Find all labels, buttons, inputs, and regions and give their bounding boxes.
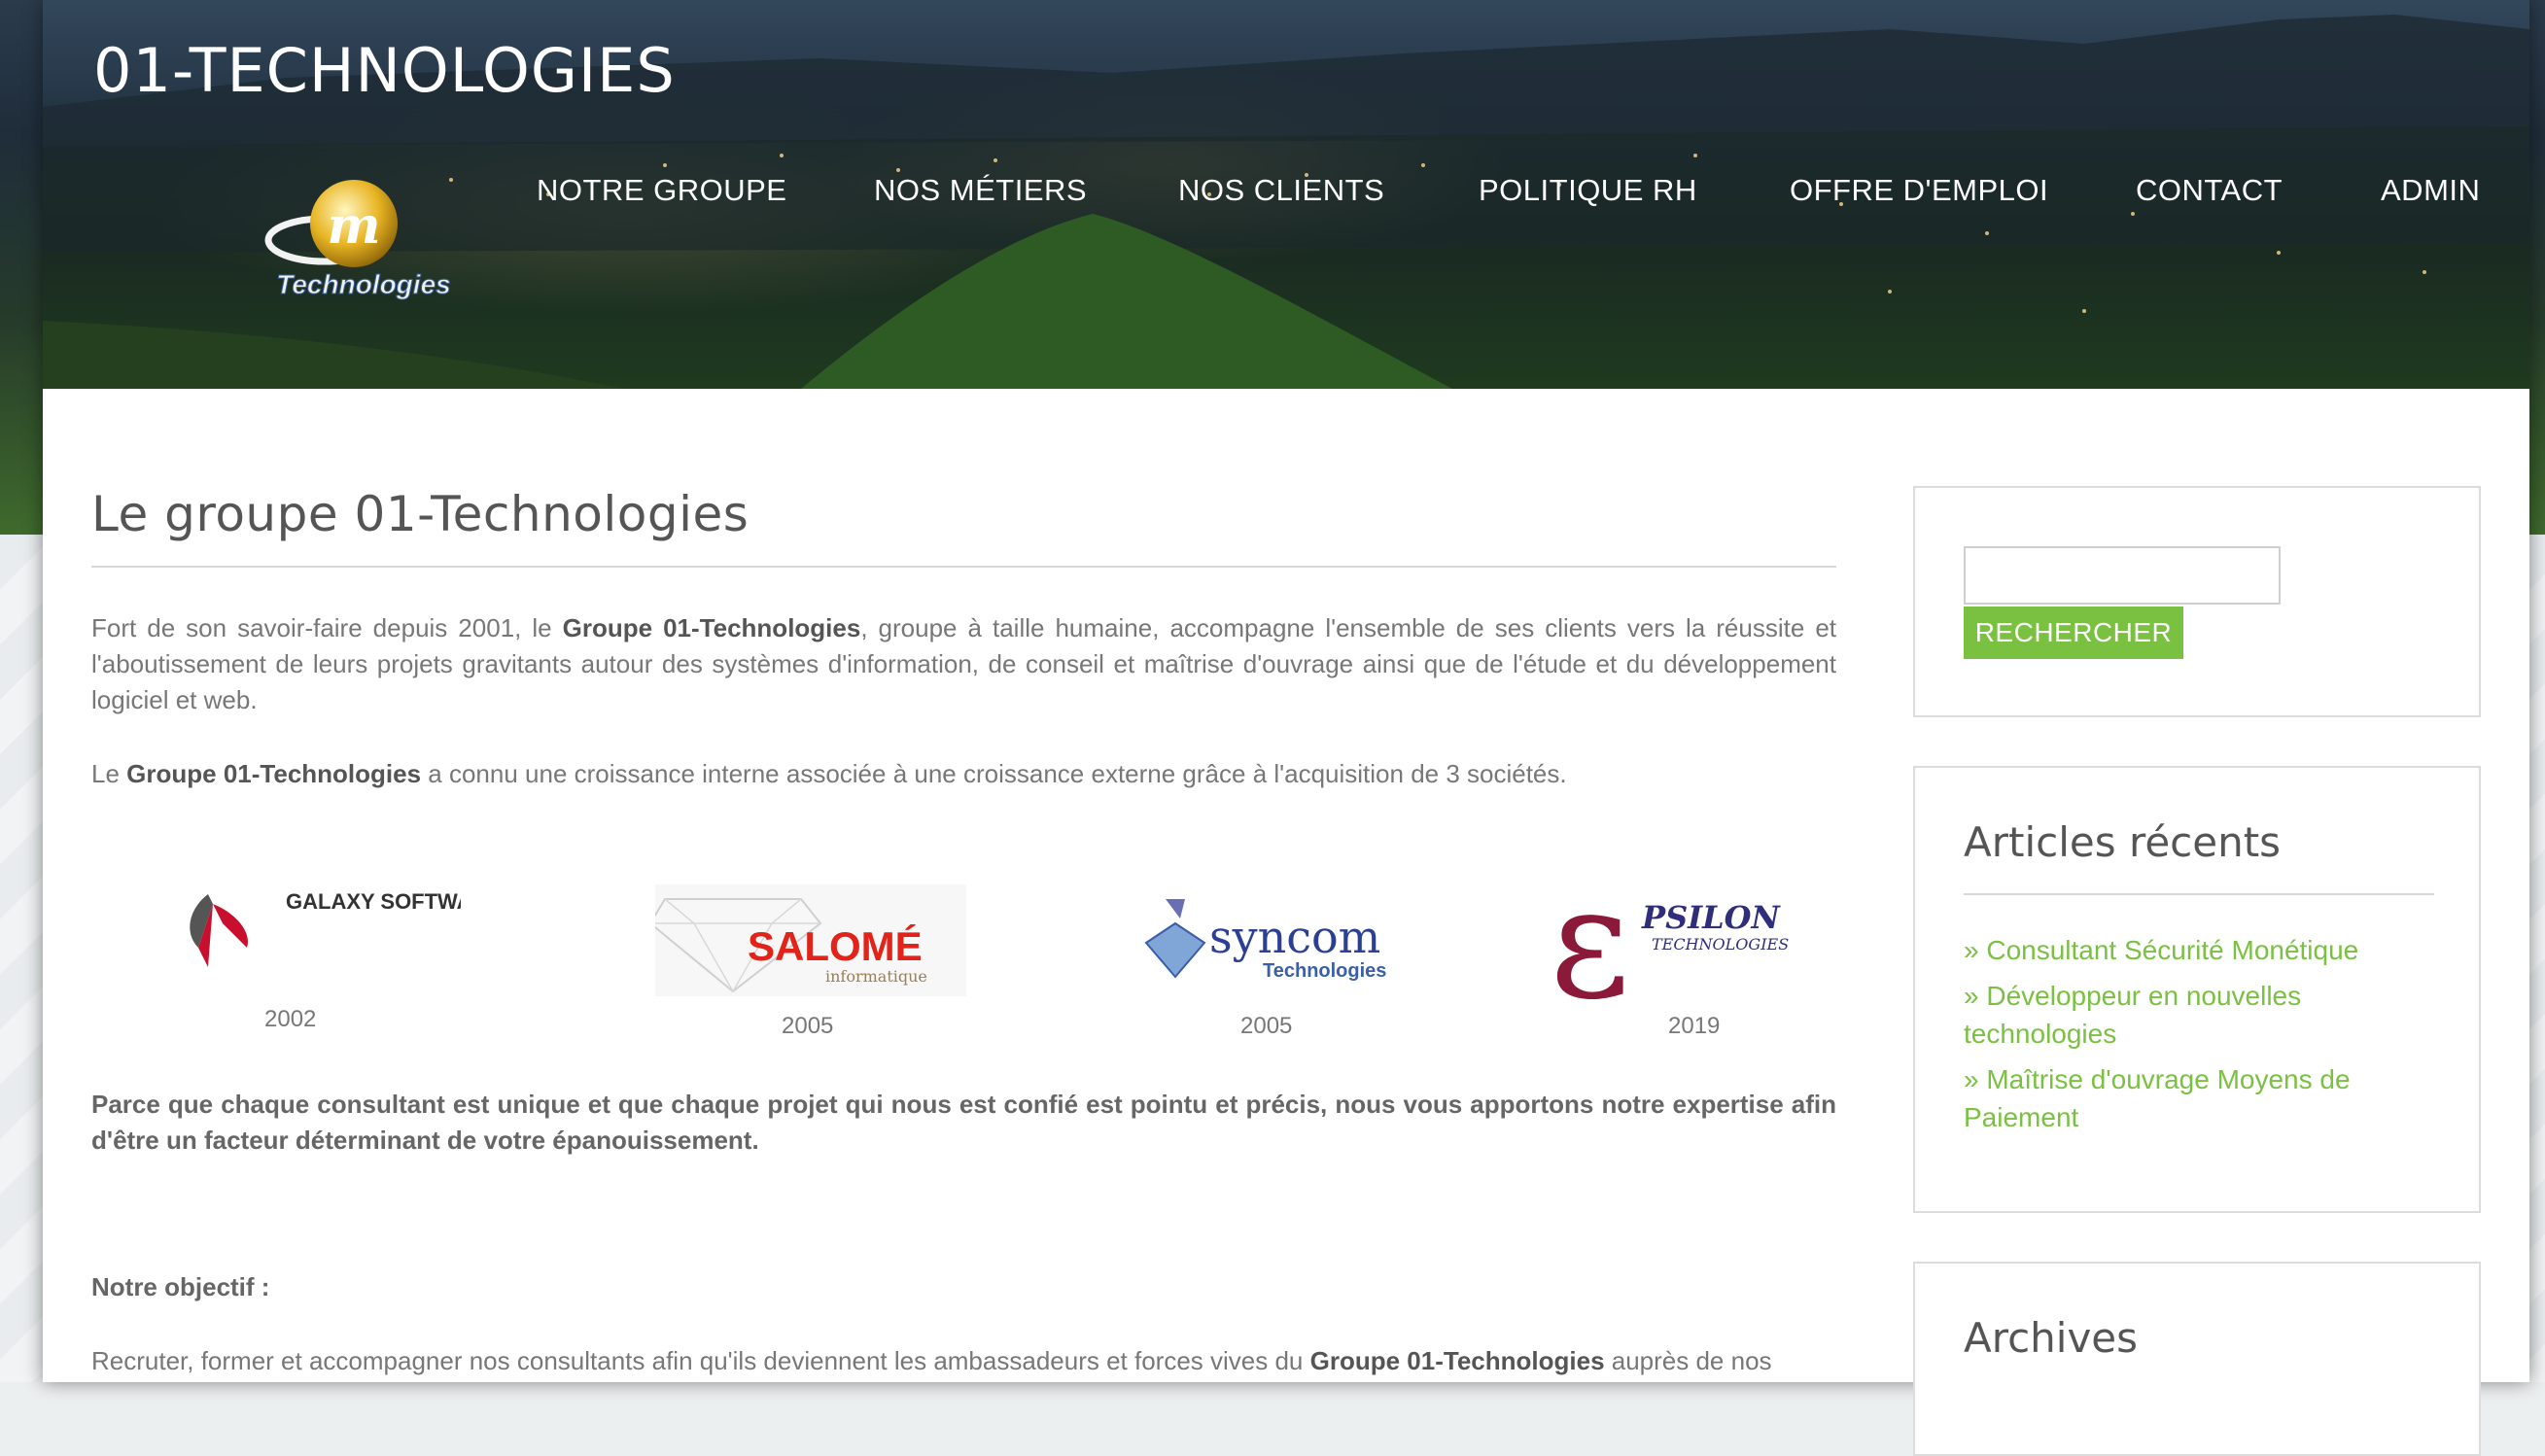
nav-item-offre-emploi[interactable]: OFFRE D'EMPLOI [1790, 173, 2048, 208]
galaxy-logo: GALAXY SOFTWARE [190, 889, 502, 967]
recent-articles-title: Articles récents [1964, 818, 2434, 895]
recent-articles-list: » Consultant Sécurité Monétique » Dévelo… [1964, 931, 2434, 1144]
page-container: 01-TECHNOLOGIES m Technologies NOTRE GRO… [43, 0, 2529, 1456]
syncom-logo: syncom Technologies [1144, 899, 1386, 982]
site-header: 01-TECHNOLOGIES m Technologies NOTRE GRO… [43, 0, 2529, 389]
svg-text:syncom: syncom [1209, 911, 1380, 963]
company-syncom: syncom Technologies 2005 [1132, 894, 1413, 1059]
svg-text:informatique: informatique [825, 967, 927, 986]
nav-item-notre-groupe[interactable]: NOTRE GROUPE [537, 173, 786, 208]
epsilon-logo: ε PSILON TECHNOLOGIES [1550, 851, 1789, 1033]
objective-heading: Notre objectif : [91, 1272, 270, 1301]
nav-item-nos-clients[interactable]: NOS CLIENTS [1178, 173, 1384, 208]
nav-item-admin[interactable]: ADMIN [2381, 173, 2480, 208]
recent-article-link[interactable]: » Consultant Sécurité Monétique [1964, 935, 2358, 965]
svg-text:Technologies: Technologies [1263, 960, 1386, 982]
recent-article-link[interactable]: » Maîtrise d'ouvrage Moyens de Paiement [1964, 1064, 2351, 1132]
nav-item-contact[interactable]: CONTACT [2136, 173, 2283, 208]
nav-item-nos-metiers[interactable]: NOS MÉTIERS [874, 173, 1087, 208]
site-title[interactable]: 01-TECHNOLOGIES [93, 35, 676, 106]
acquisitions-logos: GALAXY SOFTWARE 2002 SALOMÉ informatique… [91, 846, 1836, 1040]
svg-text:ε: ε [1550, 860, 1630, 1006]
salome-logo: SALOMÉ informatique [648, 884, 966, 996]
company-year: 2005 [1240, 1013, 1293, 1039]
objective-text: Recruter, former et accompagner nos cons… [91, 1346, 1310, 1375]
svg-text:GALAXY SOFTWARE: GALAXY SOFTWARE [286, 889, 461, 914]
archives-title: Archives [1964, 1314, 2139, 1362]
company-galaxy-software: GALAXY SOFTWARE 2002 [169, 865, 502, 1032]
objective-text-rest: auprès de nos [1604, 1346, 1772, 1375]
nav-item-politique-rh[interactable]: POLITIQUE RH [1479, 173, 1697, 208]
intro-text: Fort de son savoir-faire depuis 2001, le [91, 613, 563, 642]
company-year: 2005 [782, 1013, 834, 1039]
company-salome: SALOMÉ informatique 2005 [648, 884, 966, 1050]
objective-paragraph: Recruter, former et accompagner nos cons… [91, 1343, 1836, 1379]
intro-paragraph: Fort de son savoir-faire depuis 2001, le… [91, 610, 1836, 718]
search-input[interactable] [1964, 546, 2281, 605]
search-widget: RECHERCHER [1913, 486, 2481, 717]
list-item: » Consultant Sécurité Monétique [1964, 931, 2434, 969]
growth-paragraph: Le Groupe 01-Technologies a connu une cr… [91, 756, 1836, 792]
search-button[interactable]: RECHERCHER [1964, 607, 2183, 659]
archives-widget: Archives [1913, 1262, 2481, 1456]
intro-bold: Groupe 01-Technologies [562, 613, 861, 642]
list-item: » Développeur en nouvelles technologies [1964, 977, 2434, 1053]
growth-text: Le [91, 759, 127, 788]
svg-text:PSILON: PSILON [1641, 899, 1782, 936]
recent-articles-widget: Articles récents » Consultant Sécurité M… [1913, 766, 2481, 1213]
company-epsilon: ε PSILON TECHNOLOGIES 2019 [1550, 851, 1841, 1039]
company-year: 2002 [264, 1006, 317, 1032]
svg-text:Technologies: Technologies [276, 269, 450, 299]
page-title: Le groupe 01-Technologies [91, 486, 1836, 568]
list-item: » Maîtrise d'ouvrage Moyens de Paiement [1964, 1060, 2434, 1136]
main-nav: NOTRE GROUPE NOS MÉTIERS NOS CLIENTS POL… [43, 173, 2529, 231]
expertise-paragraph: Parce que chaque consultant est unique e… [91, 1090, 1836, 1155]
svg-text:TECHNOLOGIES: TECHNOLOGIES [1652, 935, 1789, 953]
growth-text-rest: a connu une croissance interne associée … [421, 759, 1567, 788]
svg-text:SALOMÉ: SALOMÉ [748, 923, 923, 969]
objective-bold: Groupe 01-Technologies [1309, 1346, 1605, 1375]
company-year: 2019 [1668, 1013, 1721, 1039]
main-content: Le groupe 01-Technologies Fort de son sa… [91, 486, 1836, 1375]
recent-article-link[interactable]: » Développeur en nouvelles technologies [1964, 981, 2301, 1049]
growth-bold: Groupe 01-Technologies [126, 759, 422, 788]
